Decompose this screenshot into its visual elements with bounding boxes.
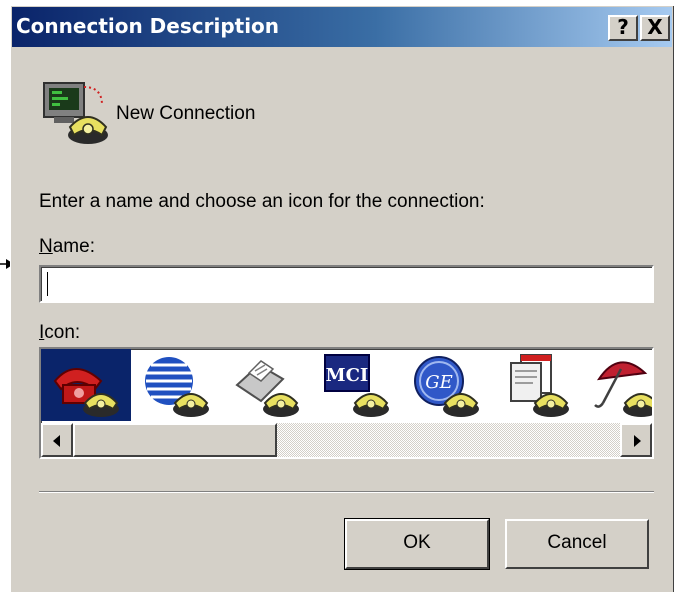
mci-icon-text: MCI (326, 365, 369, 386)
name-label-text: ame: (52, 236, 95, 257)
ok-button[interactable]: OK (344, 518, 490, 570)
cancel-button[interactable]: Cancel (505, 519, 649, 569)
name-label: Name: (39, 236, 95, 258)
icon-option-ge-phone[interactable]: GE (401, 349, 491, 421)
computer-phone-icon (43, 82, 108, 144)
scrollbar-thumb[interactable] (73, 423, 277, 457)
umbrella-phone-icon (594, 361, 652, 417)
title-bar[interactable]: Connection Description ? X (12, 7, 672, 47)
separator-line (39, 491, 654, 493)
icon-label-text: con: (44, 322, 81, 343)
dialog-title: Connection Description (16, 14, 280, 38)
help-button[interactable]: ? (608, 15, 638, 41)
icon-label: Icon: (39, 322, 80, 344)
documents-phone-icon (510, 354, 569, 417)
horizontal-scrollbar[interactable] (41, 423, 652, 457)
name-label-accelerator: N (39, 236, 53, 257)
fax-phone-icon (235, 360, 299, 417)
icon-option-fax-phone[interactable] (221, 349, 311, 421)
icon-list[interactable]: MCI GE (39, 347, 654, 459)
red-phone-icon (53, 368, 119, 417)
icon-option-umbrella-phone[interactable] (581, 349, 652, 421)
close-button[interactable]: X (640, 15, 670, 41)
instruction-text: Enter a name and choose an icon for the … (39, 191, 485, 212)
arrow-right-icon (634, 435, 641, 447)
icon-option-mci-phone[interactable]: MCI (311, 349, 401, 421)
ge-icon-text: GE (425, 372, 453, 393)
connection-description-dialog: Connection Description ? X New Connectio… (10, 5, 674, 592)
mci-phone-icon: MCI (324, 354, 389, 417)
text-caret (47, 272, 48, 296)
ge-phone-icon: GE (414, 356, 479, 417)
icon-option-globe-phone[interactable] (131, 349, 221, 421)
icon-option-red-phone[interactable] (41, 349, 131, 421)
name-input[interactable] (39, 265, 654, 303)
globe-phone-icon (145, 357, 209, 417)
connection-name: New Connection (116, 103, 256, 124)
arrow-left-icon (53, 435, 60, 447)
scroll-right-button[interactable] (620, 423, 652, 457)
scroll-left-button[interactable] (41, 423, 73, 457)
icon-option-documents-phone[interactable] (491, 349, 581, 421)
